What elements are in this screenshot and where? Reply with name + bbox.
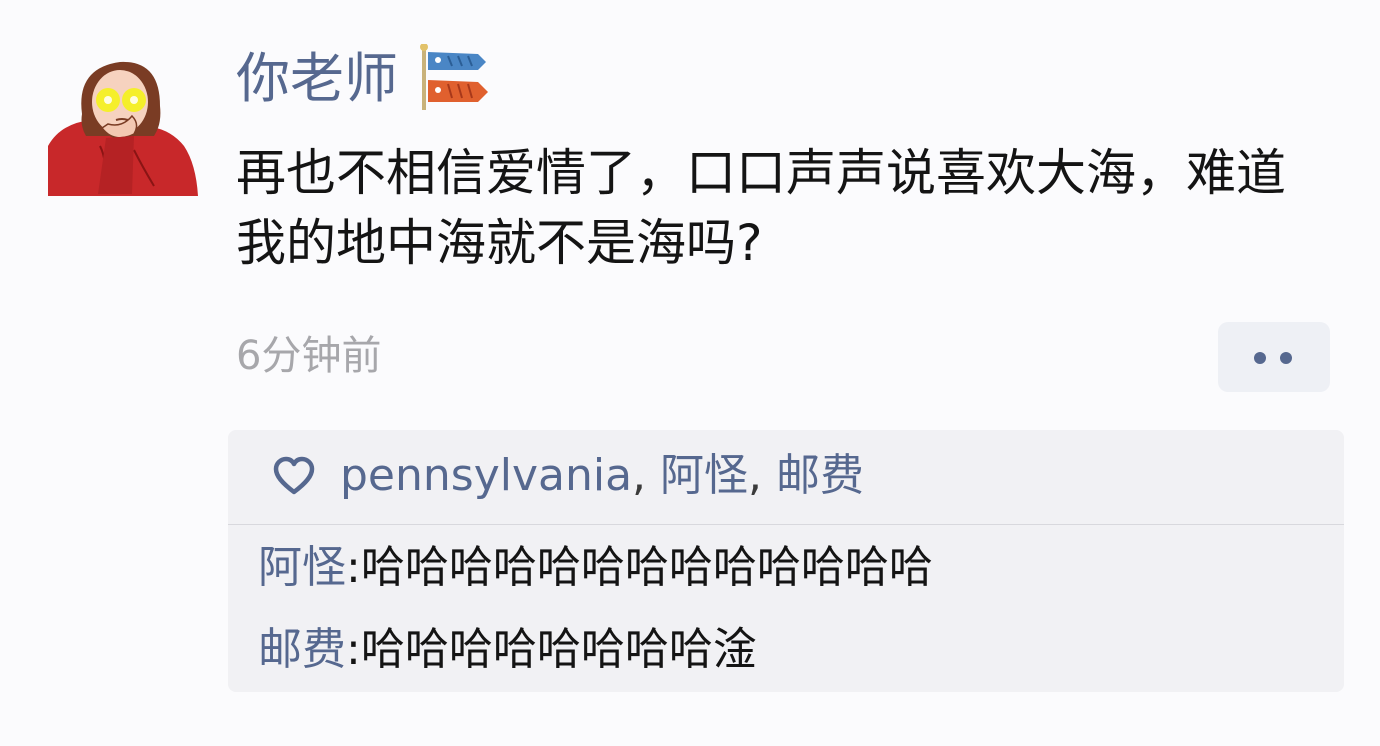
likes-row: pennsylvania, 阿怪, 邮费 <box>228 430 1344 525</box>
avatar-illustration <box>42 54 198 198</box>
like-separator: , <box>748 450 777 501</box>
comment-item[interactable]: 邮费:哈哈哈哈哈哈哈哈淦 <box>258 620 757 680</box>
more-dots-icon <box>1280 352 1292 364</box>
username-link[interactable]: 你老师 <box>236 40 398 118</box>
comment-colon: : <box>346 624 361 675</box>
heart-icon <box>273 456 315 495</box>
carp-streamer-icon <box>418 43 490 112</box>
interaction-panel: pennsylvania, 阿怪, 邮费 阿怪:哈哈哈哈哈哈哈哈哈哈哈哈哈 邮费… <box>228 430 1344 692</box>
more-actions-button[interactable] <box>1218 322 1330 392</box>
like-separator: , <box>632 450 661 501</box>
like-user-link[interactable]: pennsylvania <box>340 450 632 501</box>
avatar[interactable] <box>42 54 198 198</box>
likes-list: pennsylvania, 阿怪, 邮费 <box>340 446 864 506</box>
comment-colon: : <box>346 542 361 593</box>
comment-item[interactable]: 阿怪:哈哈哈哈哈哈哈哈哈哈哈哈哈 <box>258 538 933 598</box>
comment-author-link[interactable]: 阿怪 <box>258 542 346 593</box>
post-content: 再也不相信爱情了，口口声声说喜欢大海，难道我的地中海就不是海吗? <box>236 144 1286 272</box>
comment-author-link[interactable]: 邮费 <box>258 624 346 675</box>
more-dots-icon <box>1254 352 1266 364</box>
comment-text: 哈哈哈哈哈哈哈哈哈哈哈哈哈 <box>360 542 933 593</box>
comment-text: 哈哈哈哈哈哈哈哈淦 <box>360 624 757 675</box>
like-user-link[interactable]: 阿怪 <box>660 450 748 501</box>
post-timestamp: 6分钟前 <box>236 333 382 379</box>
like-user-link[interactable]: 邮费 <box>776 450 864 501</box>
